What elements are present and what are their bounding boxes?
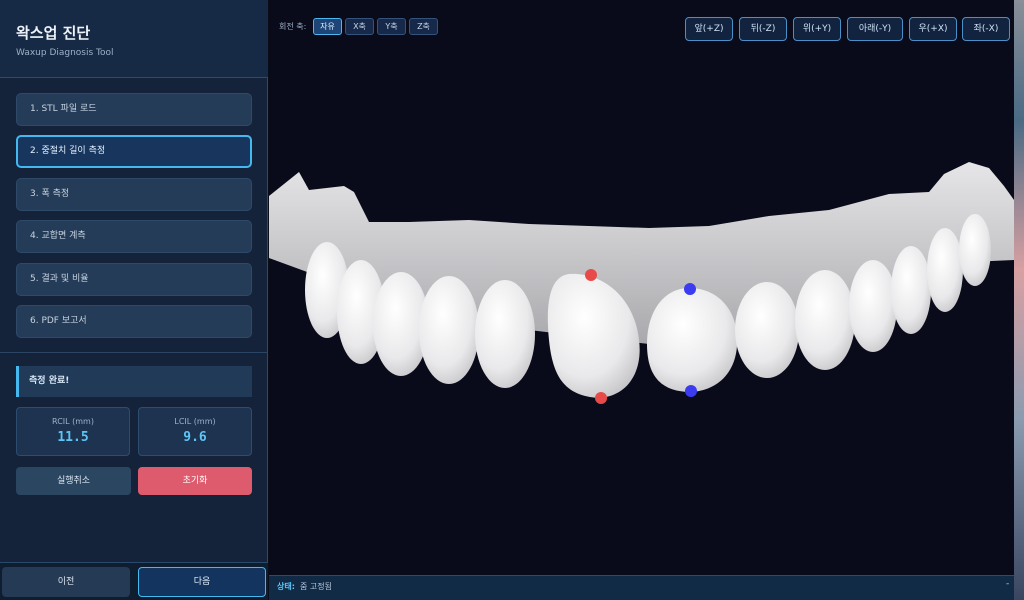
dental-arch-model[interactable] xyxy=(269,0,1014,575)
step-central-incisor-length[interactable]: 2. 중절치 길이 측정 xyxy=(16,135,252,168)
step-results-ratio[interactable]: 5. 결과 및 비율 xyxy=(16,263,252,296)
step-width-measure[interactable]: 3. 폭 측정 xyxy=(16,178,252,211)
marker-left-bottom[interactable] xyxy=(685,385,697,397)
background-window-strip xyxy=(1014,0,1024,600)
tooth xyxy=(419,276,479,384)
tooth xyxy=(735,282,799,378)
view-bottom-button[interactable]: 아래(-Y) xyxy=(847,17,903,41)
tooth xyxy=(927,228,963,312)
tooth xyxy=(891,246,931,334)
metric-rcil-label: RCIL (mm) xyxy=(52,417,94,426)
axis-y-button[interactable]: Y축 xyxy=(377,18,406,35)
step-stl-load[interactable]: 1. STL 파일 로드 xyxy=(16,93,252,126)
rotation-axis-label: 회전 축: xyxy=(279,22,307,31)
metric-lcil: LCIL (mm) 9.6 xyxy=(138,407,252,456)
view-right-button[interactable]: 우(+X) xyxy=(909,17,957,41)
undo-button[interactable]: 실행취소 xyxy=(16,467,131,495)
next-button[interactable]: 다음 xyxy=(138,567,266,597)
app-window: 왁스업 진단 Waxup Diagnosis Tool 1. STL 파일 로드… xyxy=(0,0,1024,600)
sidebar-divider xyxy=(0,352,268,353)
status-indicator: - xyxy=(1006,579,1010,589)
reset-button[interactable]: 초기화 xyxy=(138,467,252,495)
sidebar xyxy=(0,0,268,600)
app-title: 왁스업 진단 xyxy=(16,24,91,42)
view-left-button[interactable]: 좌(-X) xyxy=(962,17,1010,41)
view-front-button[interactable]: 앞(+Z) xyxy=(685,17,733,41)
marker-left-top[interactable] xyxy=(684,283,696,295)
metric-lcil-value: 9.6 xyxy=(183,430,207,445)
tooth xyxy=(795,270,855,370)
status-value: 줌 고정됨 xyxy=(300,582,332,591)
view-back-button[interactable]: 뒤(-Z) xyxy=(739,17,787,41)
tooth xyxy=(959,214,991,286)
axis-free-button[interactable]: 자유 xyxy=(313,18,342,35)
metric-lcil-label: LCIL (mm) xyxy=(174,417,216,426)
axis-z-button[interactable]: Z축 xyxy=(409,18,438,35)
tooth-central-left xyxy=(647,288,738,392)
metric-rcil-value: 11.5 xyxy=(57,430,89,445)
step-occlusal-measure[interactable]: 4. 교합면 계측 xyxy=(16,220,252,253)
tooth xyxy=(849,260,897,352)
tooth xyxy=(475,280,535,388)
marker-right-bottom[interactable] xyxy=(595,392,607,404)
status-key: 상태: xyxy=(277,582,295,591)
app-subtitle: Waxup Diagnosis Tool xyxy=(16,48,114,58)
metric-rcil: RCIL (mm) 11.5 xyxy=(16,407,130,456)
axis-x-button[interactable]: X축 xyxy=(345,18,374,35)
measurement-status-message: 측정 완료! xyxy=(16,366,252,397)
view-top-button[interactable]: 위(+Y) xyxy=(793,17,841,41)
status-bar xyxy=(269,575,1014,600)
sidebar-header: 왁스업 진단 Waxup Diagnosis Tool xyxy=(0,0,268,78)
step-pdf-report[interactable]: 6. PDF 보고서 xyxy=(16,305,252,338)
marker-right-top[interactable] xyxy=(585,269,597,281)
prev-button[interactable]: 이전 xyxy=(2,567,130,597)
